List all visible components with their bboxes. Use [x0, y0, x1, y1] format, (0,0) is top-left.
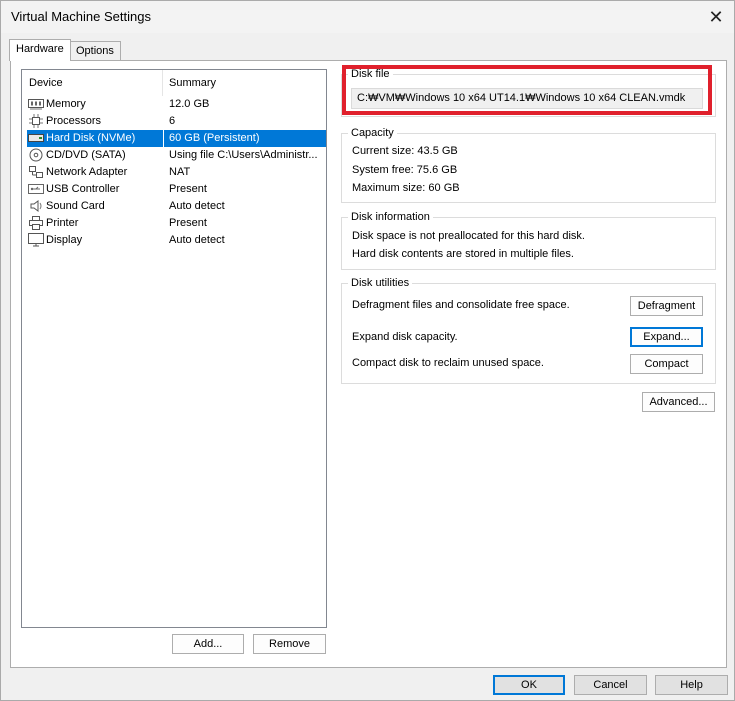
device-name: Sound Card	[46, 200, 105, 212]
remove-button[interactable]: Remove	[253, 634, 326, 654]
speaker-icon	[28, 199, 44, 213]
printer-icon	[28, 216, 44, 230]
virtual-machine-settings-window: Virtual Machine Settings ✕ Hardware Opti…	[0, 0, 735, 701]
tab-options[interactable]: Options	[69, 41, 121, 61]
advanced-button[interactable]: Advanced...	[642, 392, 715, 412]
device-name: Memory	[46, 98, 86, 110]
device-row-hard-disk[interactable]: Hard Disk (NVMe) 60 GB (Persistent)	[23, 130, 326, 147]
device-name: Network Adapter	[46, 166, 128, 178]
device-row-cd-dvd[interactable]: CD/DVD (SATA) Using file C:\Users\Admini…	[23, 147, 326, 164]
title-bar: Virtual Machine Settings ✕	[1, 1, 734, 33]
current-size-text: Current size: 43.5 GB	[352, 145, 458, 157]
device-row-printer[interactable]: Printer Present	[23, 215, 326, 232]
device-name: USB Controller	[46, 183, 120, 195]
disk-utilities-label: Disk utilities	[348, 277, 413, 289]
expand-text: Expand disk capacity.	[352, 331, 458, 343]
device-row-processors[interactable]: Processors 6	[23, 113, 326, 130]
device-summary: Present	[169, 183, 207, 195]
device-summary: Present	[169, 217, 207, 229]
usb-icon	[28, 182, 44, 196]
ok-button[interactable]: OK	[493, 675, 565, 695]
help-button[interactable]: Help	[655, 675, 728, 695]
device-row-usb-controller[interactable]: USB Controller Present	[23, 181, 326, 198]
expand-button[interactable]: Expand...	[630, 327, 703, 347]
compact-button[interactable]: Compact	[630, 354, 703, 374]
display-icon	[28, 233, 44, 247]
tab-hardware[interactable]: Hardware	[9, 39, 71, 61]
column-header-device[interactable]: Device	[22, 70, 163, 96]
device-summary: Auto detect	[169, 234, 225, 246]
defragment-button[interactable]: Defragment	[630, 296, 703, 316]
device-name: Hard Disk (NVMe)	[46, 132, 136, 144]
device-name: CD/DVD (SATA)	[46, 149, 126, 161]
window-title: Virtual Machine Settings	[11, 9, 151, 24]
hard-disk-icon	[28, 131, 44, 145]
memory-icon	[28, 97, 44, 111]
disk-information-label: Disk information	[348, 211, 433, 223]
device-summary: 6	[169, 115, 176, 127]
device-summary: Auto detect	[169, 200, 225, 212]
defragment-text: Defragment files and consolidate free sp…	[352, 299, 570, 311]
cd-dvd-icon	[28, 148, 44, 162]
disk-information-group: Disk information	[341, 211, 716, 270]
close-icon[interactable]: ✕	[704, 5, 728, 29]
disk-info-line-2: Hard disk contents are stored in multipl…	[352, 248, 574, 260]
device-list[interactable]: Device Summary Memory 12.0 GB Processors…	[21, 69, 327, 628]
device-summary: NAT	[169, 166, 191, 178]
device-row-network-adapter[interactable]: Network Adapter NAT	[23, 164, 326, 181]
system-free-text: System free: 75.6 GB	[352, 164, 458, 176]
network-adapter-icon	[28, 165, 44, 179]
device-row-memory[interactable]: Memory 12.0 GB	[23, 96, 326, 113]
device-summary: 12.0 GB	[169, 98, 210, 110]
device-name: Printer	[46, 217, 79, 229]
device-row-display[interactable]: Display Auto detect	[23, 232, 326, 249]
maximum-size-text: Maximum size: 60 GB	[352, 182, 460, 194]
processor-icon	[28, 114, 44, 128]
device-summary: 60 GB (Persistent)	[164, 130, 326, 147]
disk-file-label: Disk file	[348, 68, 393, 80]
column-header-summary[interactable]: Summary	[163, 70, 326, 96]
capacity-label: Capacity	[348, 127, 397, 139]
disk-info-line-1: Disk space is not preallocated for this …	[352, 230, 585, 242]
device-row-sound-card[interactable]: Sound Card Auto detect	[23, 198, 326, 215]
device-name: Display	[46, 234, 83, 246]
device-name: Processors	[46, 115, 102, 127]
cancel-button[interactable]: Cancel	[574, 675, 647, 695]
list-header: Device Summary	[22, 70, 326, 96]
compact-text: Compact disk to reclaim unused space.	[352, 357, 544, 369]
device-summary: Using file C:\Users\Administr...	[169, 149, 318, 161]
add-button[interactable]: Add...	[172, 634, 244, 654]
disk-file-path-field[interactable]: C:₩VM₩Windows 10 x64 UT14.1₩Windows 10 x…	[351, 88, 703, 109]
